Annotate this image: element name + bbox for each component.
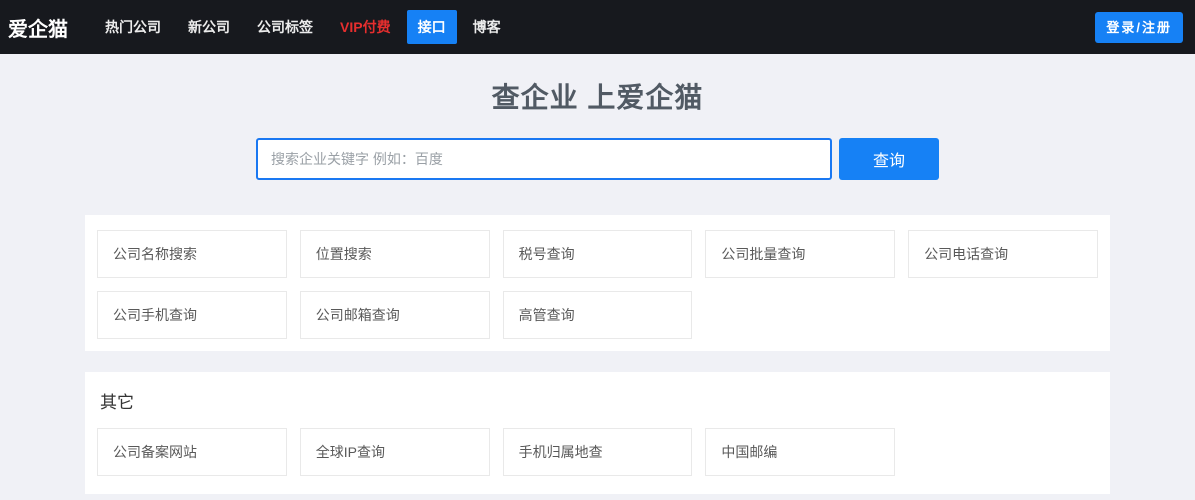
page-title: 查企业 上爱企猫 — [0, 84, 1195, 112]
quick-link-card[interactable]: 位置搜索 — [300, 230, 490, 278]
quick-link-card[interactable]: 公司批量查询 — [705, 230, 895, 278]
other-link-card[interactable]: 全球IP查询 — [300, 428, 490, 476]
nav-item[interactable]: VIP付费 — [329, 10, 402, 44]
other-links-grid: 公司备案网站 全球IP查询 手机归属地查 中国邮编 — [97, 428, 1098, 476]
nav-item[interactable]: 公司标签 — [246, 10, 324, 44]
company-search-input[interactable] — [256, 138, 832, 180]
other-link-card[interactable]: 中国邮编 — [705, 428, 895, 476]
other-section: 其它 公司备案网站 全球IP查询 手机归属地查 中国邮编 — [85, 372, 1110, 494]
quick-links-section: 公司名称搜索 位置搜索 税号查询 公司批量查询 公司电话查询 公司手机查询 公司… — [85, 215, 1110, 351]
nav-item[interactable]: 热门公司 — [94, 10, 172, 44]
other-link-card[interactable]: 公司备案网站 — [97, 428, 287, 476]
quick-link-card[interactable]: 公司电话查询 — [908, 230, 1098, 278]
quick-link-card[interactable]: 公司邮箱查询 — [300, 291, 490, 339]
nav-item[interactable]: 博客 — [462, 10, 512, 44]
other-link-card[interactable]: 手机归属地查 — [503, 428, 693, 476]
nav-item[interactable]: 新公司 — [177, 10, 241, 44]
other-section-title: 其它 — [100, 388, 1098, 413]
nav-links: 热门公司 新公司 公司标签 VIP付费 接口 博客 — [94, 10, 1095, 44]
quick-link-card[interactable]: 高管查询 — [503, 291, 693, 339]
quick-link-card[interactable]: 公司名称搜索 — [97, 230, 287, 278]
login-register-button[interactable]: 登录/注册 — [1095, 12, 1183, 43]
quick-link-card[interactable]: 公司手机查询 — [97, 291, 287, 339]
top-navbar: 爱企猫 热门公司 新公司 公司标签 VIP付费 接口 博客 登录/注册 — [0, 0, 1195, 54]
site-logo[interactable]: 爱企猫 — [8, 13, 68, 42]
search-bar: 查询 — [0, 138, 1195, 180]
quick-link-card[interactable]: 税号查询 — [503, 230, 693, 278]
quick-links-grid: 公司名称搜索 位置搜索 税号查询 公司批量查询 公司电话查询 公司手机查询 公司… — [97, 230, 1098, 339]
nav-item[interactable]: 接口 — [407, 10, 457, 44]
search-button[interactable]: 查询 — [839, 138, 939, 180]
